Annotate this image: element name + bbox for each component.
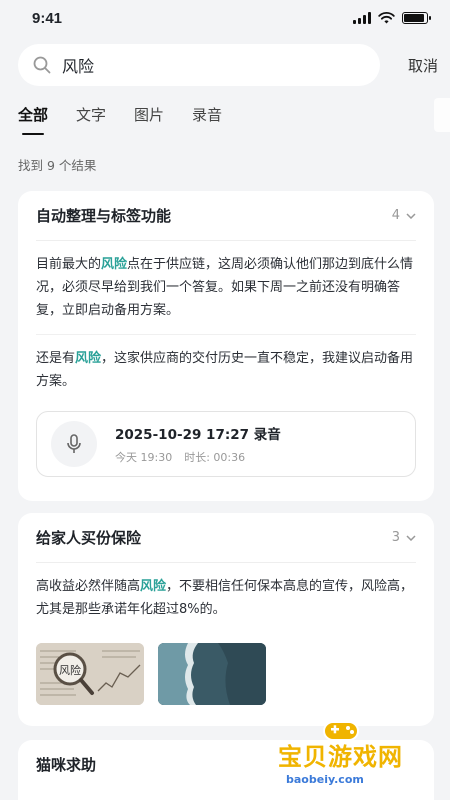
- audio-duration: 时长: 00:36: [184, 451, 246, 464]
- card-title: 给家人买份保险: [36, 529, 142, 547]
- tab-all[interactable]: 全部: [18, 104, 48, 135]
- chevron-down-icon: [406, 212, 416, 219]
- snippet-paragraph[interactable]: 目前最大的风险点在于供应链，这周必须确认他们那边到底什么情况，必须尽早给到我们一…: [36, 241, 416, 334]
- search-row: 取消: [18, 44, 438, 86]
- ocean-shore-thumbnail[interactable]: [158, 643, 266, 705]
- audio-title: 2025-10-29 17:27 录音: [115, 427, 281, 443]
- card-header[interactable]: 自动整理与标签功能 4: [36, 191, 416, 241]
- status-icons: [353, 12, 431, 24]
- image-thumbnails: 风险: [36, 643, 416, 705]
- watermark-url: baobeiy.com: [286, 773, 364, 786]
- card-title: 猫咪求助: [36, 755, 97, 774]
- cellular-signal-icon: [353, 12, 371, 24]
- audio-info: 2025-10-29 17:27 录音 今天 19:30 时长: 00:36: [115, 423, 281, 465]
- filter-tabs: 全部 文字 图片 录音: [18, 104, 222, 135]
- highlight-term: 风险: [140, 579, 167, 594]
- battery-icon: [402, 12, 431, 24]
- search-box[interactable]: [18, 44, 380, 86]
- search-input[interactable]: [62, 55, 342, 75]
- card-title: 自动整理与标签功能: [36, 207, 172, 225]
- microphone-icon: [51, 421, 97, 467]
- tab-text[interactable]: 文字: [76, 104, 106, 135]
- watermark-title: 宝贝游戏网: [278, 743, 403, 771]
- result-card[interactable]: 给家人买份保险 3 高收益必然伴随高风险，不要相信任何保本高息的宣传，风险高，尤…: [18, 513, 434, 726]
- tab-recordings[interactable]: 录音: [192, 104, 222, 135]
- match-count: 4: [391, 208, 400, 223]
- tab-overflow-edge: [434, 98, 450, 132]
- match-count: 3: [391, 530, 400, 545]
- wifi-icon: [378, 12, 395, 24]
- site-watermark: 宝贝游戏网 baobeiy.com: [278, 714, 428, 786]
- snippet-text: 还是有: [36, 351, 76, 366]
- snippet-paragraph[interactable]: 高收益必然伴随高风险，不要相信任何保本高息的宣传，风险高，尤其是那些承诺年化超过…: [36, 563, 416, 633]
- status-time: 9:41: [32, 9, 63, 27]
- audio-recording-item[interactable]: 2025-10-29 17:27 录音 今天 19:30 时长: 00:36: [36, 411, 416, 477]
- thumbnail-label: 风险: [59, 664, 81, 677]
- audio-date: 今天 19:30: [115, 451, 173, 464]
- highlight-term: 风险: [75, 351, 102, 366]
- result-card[interactable]: 自动整理与标签功能 4 目前最大的风险点在于供应链，这周必须确认他们那边到底什么…: [18, 191, 434, 501]
- newspaper-magnifier-thumbnail[interactable]: 风险: [36, 643, 144, 705]
- snippet-paragraph[interactable]: 还是有风险，这家供应商的交付历史一直不稳定，我建议启动备用方案。: [36, 334, 416, 405]
- audio-meta: 今天 19:30 时长: 00:36: [115, 449, 281, 465]
- search-icon: [33, 56, 51, 74]
- snippet-text: 高收益必然伴随高: [36, 579, 141, 594]
- card-count[interactable]: 4: [392, 208, 416, 223]
- status-bar: 9:41: [0, 0, 450, 36]
- highlight-term: 风险: [101, 257, 128, 272]
- snippet-text: 目前最大的: [36, 257, 102, 272]
- card-count[interactable]: 3: [392, 530, 416, 545]
- chevron-down-icon: [406, 534, 416, 541]
- tab-images[interactable]: 图片: [134, 104, 164, 135]
- cancel-button[interactable]: 取消: [408, 55, 438, 76]
- result-count: 找到 9 个结果: [18, 158, 97, 173]
- card-header[interactable]: 给家人买份保险 3: [36, 513, 416, 563]
